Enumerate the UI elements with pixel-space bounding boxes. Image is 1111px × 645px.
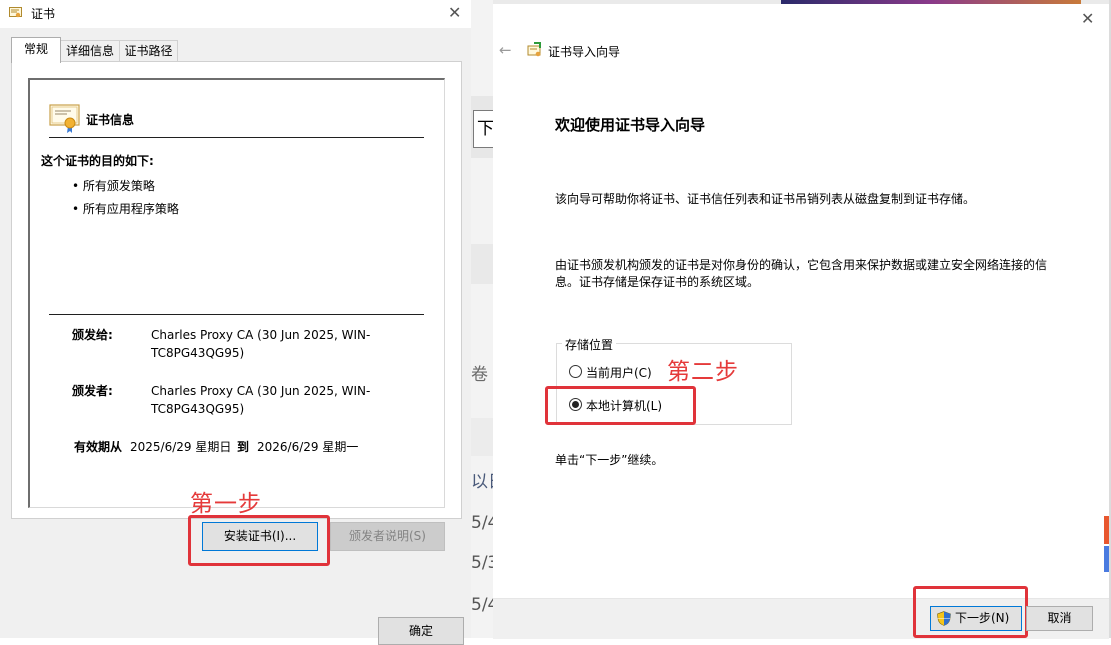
wizard-description-line1: 由证书颁发机构颁发的证书是对你身份的确认，它包含用来保护数据或建立安全网络连接的… bbox=[555, 258, 1048, 272]
local-machine-label: 本地计算机(L) bbox=[586, 399, 663, 413]
bg-band bbox=[471, 244, 493, 284]
next-button[interactable]: 下一步(N) bbox=[930, 606, 1022, 631]
divider bbox=[49, 137, 424, 138]
wizard-title: 证书导入向导 bbox=[548, 45, 621, 59]
issued-to-value: Charles Proxy CA (30 Jun 2025, WIN-TC8PG… bbox=[151, 328, 371, 360]
certificate-import-wizard: ✕ ← 证书导入向导 欢迎使用证书导入向导 该向导可帮助你将证书、证书信任列表和… bbox=[493, 0, 1109, 639]
issued-by-label: 颁发者: bbox=[72, 384, 113, 398]
back-arrow-icon[interactable]: ← bbox=[499, 41, 512, 59]
wizard-heading: 欢迎使用证书导入向导 bbox=[555, 116, 706, 134]
issued-to-label: 颁发给: bbox=[72, 328, 113, 342]
continue-hint: 单击“下一步”继续。 bbox=[555, 453, 664, 467]
background-window: 下 卷 以日 5/4 5/3 5/4 bbox=[471, 0, 494, 638]
cert-info-heading: 证书信息 bbox=[86, 113, 135, 127]
tab-certification-path[interactable]: 证书路径 bbox=[119, 40, 178, 62]
purpose-heading: 这个证书的目的如下: bbox=[41, 154, 154, 168]
wizard-description-line2: 息。证书存储是保存证书的系统区域。 bbox=[555, 275, 760, 289]
tab-general-label: 常规 bbox=[23, 42, 48, 56]
divider bbox=[49, 314, 424, 315]
current-user-radio[interactable] bbox=[569, 365, 582, 378]
step2-annotation: 第二步 bbox=[667, 359, 739, 385]
bg-fragment: 以日 bbox=[471, 472, 493, 492]
bg-fragment: 5/4 bbox=[471, 595, 493, 615]
certificate-wizard-icon bbox=[527, 42, 541, 57]
close-icon[interactable]: ✕ bbox=[448, 5, 461, 21]
install-certificate-button[interactable]: 安装证书(I)... bbox=[202, 522, 318, 551]
cert-dialog-title: 证书 bbox=[31, 7, 56, 21]
validity-label: 有效期从 bbox=[74, 440, 123, 454]
bg-window-strip bbox=[781, 0, 1081, 4]
bg-fragment: 5/3 bbox=[471, 553, 493, 573]
bg-fragment: 下 bbox=[473, 110, 494, 148]
store-location-label: 存储位置 bbox=[562, 336, 617, 353]
current-user-option[interactable]: 当前用户(C) bbox=[569, 364, 659, 380]
purpose-item: • 所有颁发策略 bbox=[72, 179, 155, 193]
certificate-large-icon bbox=[49, 104, 80, 133]
tab-details-label: 详细信息 bbox=[65, 44, 114, 58]
next-button-label: 下一步(N) bbox=[955, 611, 1010, 625]
tab-details[interactable]: 详细信息 bbox=[60, 40, 120, 62]
uac-shield-icon bbox=[937, 611, 951, 626]
tab-general[interactable]: 常规 bbox=[11, 37, 61, 63]
cancel-button[interactable]: 取消 bbox=[1026, 606, 1093, 631]
issuer-statement-button[interactable]: 颁发者说明(S) bbox=[330, 522, 445, 551]
valid-to-value: 2026/6/29 星期一 bbox=[257, 440, 359, 454]
purpose-item: • 所有应用程序策略 bbox=[72, 202, 179, 216]
certificate-dialog: 证书 ✕ 常规 详细信息 证书路径 证书信息 这个证书的目的如下: • 所有颁发… bbox=[0, 0, 471, 645]
step1-annotation: 第一步 bbox=[190, 491, 262, 517]
bg-band bbox=[471, 418, 493, 456]
certificate-icon bbox=[9, 7, 22, 18]
local-machine-option[interactable]: 本地计算机(L) bbox=[569, 397, 669, 413]
bg-fragment: 5/4 bbox=[471, 513, 493, 533]
close-icon[interactable]: ✕ bbox=[1081, 11, 1094, 27]
cert-dialog-titlebar: 证书 ✕ bbox=[0, 0, 471, 28]
local-machine-radio[interactable] bbox=[569, 398, 582, 411]
bg-fragment: 卷 bbox=[471, 365, 488, 385]
validity-to-label: 到 bbox=[237, 440, 250, 454]
current-user-label: 当前用户(C) bbox=[586, 366, 652, 380]
certificate-info-box: 证书信息 这个证书的目的如下: • 所有颁发策略 • 所有应用程序策略 颁发给:… bbox=[28, 78, 445, 508]
tab-certification-path-label: 证书路径 bbox=[124, 44, 173, 58]
wizard-intro-text: 该向导可帮助你将证书、证书信任列表和证书吊销列表从磁盘复制到证书存储。 bbox=[555, 192, 976, 206]
valid-from-value: 2025/6/29 星期日 bbox=[130, 440, 232, 454]
ok-button[interactable]: 确定 bbox=[378, 617, 464, 645]
issued-by-value: Charles Proxy CA (30 Jun 2025, WIN-TC8PG… bbox=[151, 384, 371, 416]
